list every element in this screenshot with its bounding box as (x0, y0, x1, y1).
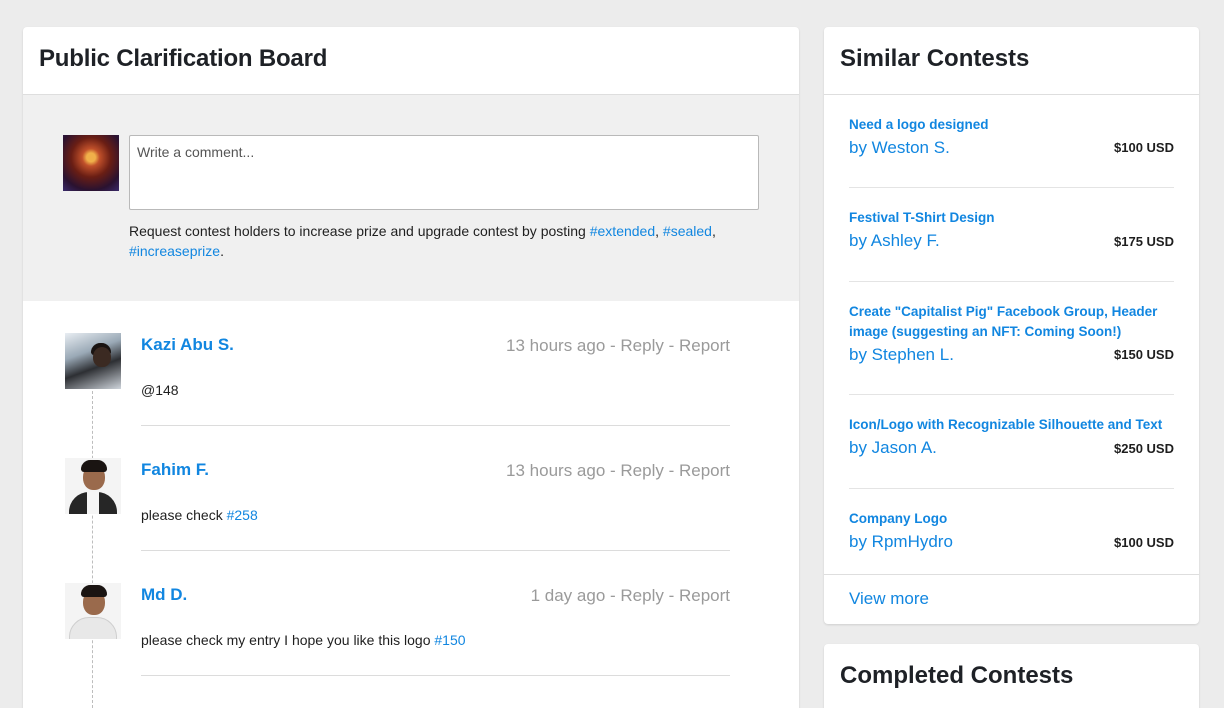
comment-meta: 13 hours ago - Reply - Report (506, 336, 730, 355)
comment-divider (141, 675, 730, 676)
comment-thread: Kazi Abu S. 13 hours ago - Reply - Repor… (23, 301, 799, 708)
comment-text: @148 (141, 382, 179, 398)
completed-header: Completed Contests (824, 644, 1199, 708)
contest-prize: $250 USD (1114, 441, 1174, 456)
tag-extended-link[interactable]: #extended (590, 223, 655, 239)
contest-prize: $100 USD (1114, 535, 1174, 550)
comment-time: 13 hours ago (506, 336, 606, 355)
avatar[interactable] (65, 583, 121, 639)
tag-sealed-link[interactable]: #sealed (663, 223, 712, 239)
comment-input[interactable] (129, 135, 759, 210)
comment-text: please check my entry I hope you like th… (141, 632, 435, 648)
contest-item: Need a logo designed by Weston S. $100 U… (849, 95, 1174, 188)
clarification-board: Public Clarification Board Request conte… (23, 27, 799, 708)
comment-time: 1 day ago (530, 586, 606, 605)
report-link[interactable]: Report (679, 461, 730, 480)
report-link[interactable]: Report (679, 586, 730, 605)
contest-item: Company Logo by RpmHydro $100 USD (849, 489, 1174, 575)
contest-prize: $100 USD (1114, 140, 1174, 155)
reply-link[interactable]: Reply (620, 461, 663, 480)
avatar[interactable] (65, 333, 121, 389)
contest-prize: $175 USD (1114, 234, 1174, 249)
similar-header: Similar Contests (824, 27, 1199, 95)
reply-link[interactable]: Reply (620, 336, 663, 355)
comment-composer: Request contest holders to increase priz… (23, 95, 799, 301)
reply-link[interactable]: Reply (620, 586, 663, 605)
comment-body: please check my entry I hope you like th… (141, 632, 466, 648)
board-title: Public Clarification Board (39, 45, 328, 72)
contest-title-link[interactable]: Festival T-Shirt Design (849, 208, 1174, 228)
comment-author[interactable]: Fahim F. (141, 460, 209, 480)
contest-title-link[interactable]: Create "Capitalist Pig" Facebook Group, … (849, 302, 1174, 342)
comment-meta: 1 day ago - Reply - Report (530, 586, 730, 605)
entry-link[interactable]: #258 (227, 507, 258, 523)
similar-contests-panel: Similar Contests Need a logo designed by… (824, 27, 1199, 624)
entry-link[interactable]: #150 (434, 632, 465, 648)
comment-divider (141, 425, 730, 426)
comment-author[interactable]: Md D. (141, 585, 187, 605)
contest-title-link[interactable]: Need a logo designed (849, 115, 1174, 135)
contest-prize: $150 USD (1114, 347, 1174, 362)
report-link[interactable]: Report (679, 336, 730, 355)
comment-item: Fahim F. 13 hours ago - Reply - Report p… (23, 458, 799, 583)
composer-hint: Request contest holders to increase priz… (129, 223, 716, 259)
comment-divider (141, 550, 730, 551)
view-more-link[interactable]: View more (849, 589, 929, 609)
comment-item: Md D. 1 day ago - Reply - Report please … (23, 583, 799, 708)
hint-text: Request contest holders to increase priz… (129, 223, 590, 239)
contest-title-link[interactable]: Company Logo (849, 509, 1174, 529)
comment-body: @148 (141, 382, 179, 398)
completed-title: Completed Contests (840, 662, 1074, 689)
similar-title: Similar Contests (840, 45, 1030, 72)
avatar[interactable] (65, 458, 121, 514)
comment-meta: 13 hours ago - Reply - Report (506, 461, 730, 480)
tag-increaseprize-link[interactable]: #increaseprize (129, 243, 220, 259)
comment-item: Kazi Abu S. 13 hours ago - Reply - Repor… (23, 333, 799, 458)
completed-contests-panel: Completed Contests (824, 644, 1199, 708)
contest-item: Festival T-Shirt Design by Ashley F. $17… (849, 188, 1174, 282)
contest-item: Icon/Logo with Recognizable Silhouette a… (849, 395, 1174, 489)
comment-author[interactable]: Kazi Abu S. (141, 335, 234, 355)
current-user-avatar (63, 135, 119, 191)
comment-body: please check #258 (141, 507, 258, 523)
comment-time: 13 hours ago (506, 461, 606, 480)
board-header: Public Clarification Board (23, 27, 799, 95)
view-more-divider (824, 574, 1199, 575)
contest-title-link[interactable]: Icon/Logo with Recognizable Silhouette a… (849, 415, 1174, 435)
comment-text: please check (141, 507, 227, 523)
contest-item: Create "Capitalist Pig" Facebook Group, … (849, 282, 1174, 395)
